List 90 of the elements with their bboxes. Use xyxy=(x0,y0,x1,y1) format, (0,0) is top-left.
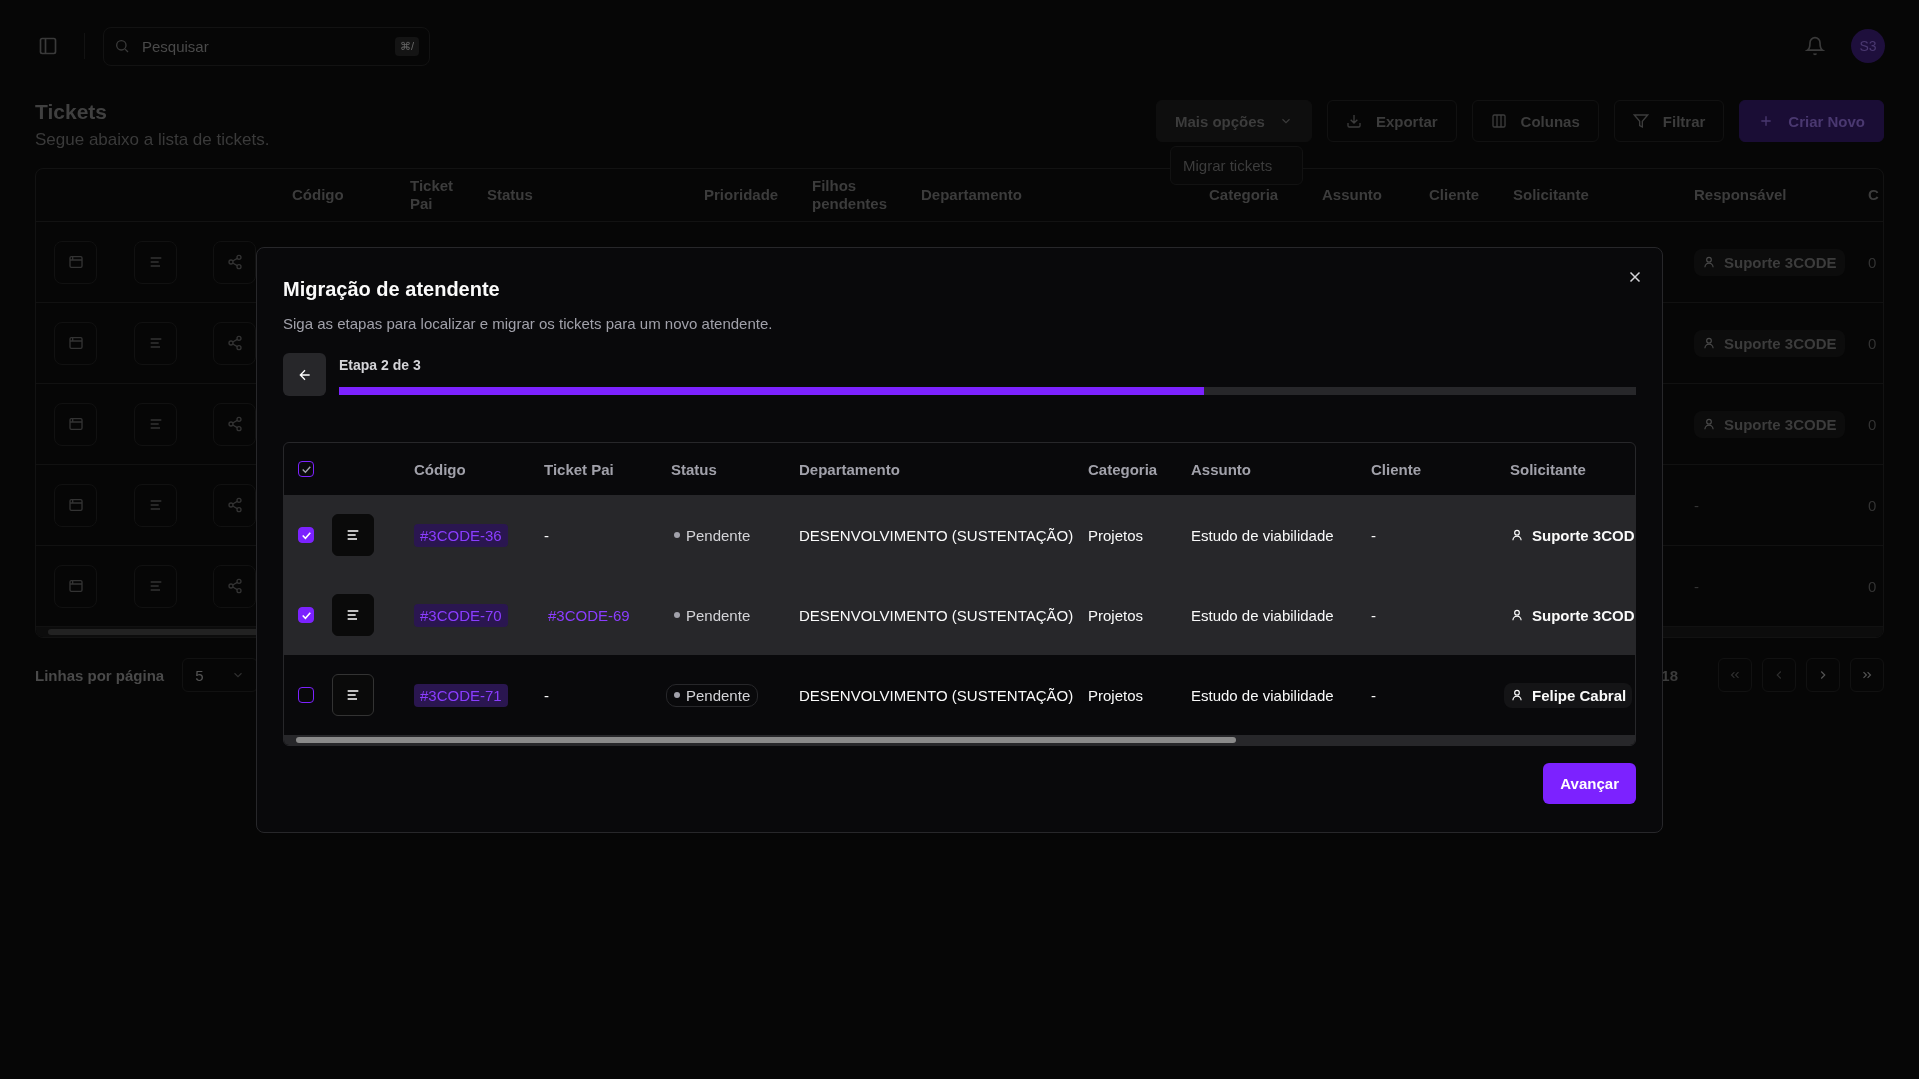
search-field[interactable]: Pesquisar ⌘/ xyxy=(103,26,430,66)
back-button[interactable] xyxy=(283,353,326,396)
row-action-button[interactable] xyxy=(134,483,177,527)
first-page-button[interactable] xyxy=(1718,658,1752,692)
window-icon xyxy=(67,254,84,270)
details-button[interactable] xyxy=(332,674,374,716)
column-header[interactable]: Categoria xyxy=(1075,460,1178,478)
user-icon xyxy=(1702,336,1716,350)
table-cell: Estudo de viabilidade xyxy=(1191,686,1334,704)
table-cell: - xyxy=(544,686,549,704)
lines-icon xyxy=(345,527,361,543)
row-action-button[interactable] xyxy=(134,564,177,608)
details-button[interactable] xyxy=(332,514,374,556)
shortcut-hint: ⌘/ xyxy=(394,36,419,56)
user-icon xyxy=(1510,608,1524,622)
table-cell: Projetos xyxy=(1088,686,1144,704)
notification-bell-icon[interactable] xyxy=(1805,36,1825,56)
next-page-button[interactable] xyxy=(1806,658,1840,692)
table-cell: DESENVOLVIMENTO (SUSTENTAÇÃO) xyxy=(799,606,1074,624)
dialog-subtitle: Siga as etapas para localizar e migrar os tickets para um novo atendente. xyxy=(283,315,774,332)
next-button[interactable]: Avançar xyxy=(1543,763,1636,804)
status-tag: Pendente xyxy=(666,683,759,707)
table-cell: - xyxy=(1694,577,1699,595)
table-cell: - xyxy=(1371,526,1376,544)
column-header[interactable]: Ticket Pai xyxy=(531,460,658,478)
ticket-code-tag[interactable]: #3CODE-71 xyxy=(414,683,508,707)
share-icon xyxy=(226,497,243,513)
row-action-button[interactable] xyxy=(54,321,97,365)
parent-ticket-link[interactable]: #3CODE-69 xyxy=(544,606,630,624)
sidebar-toggle-icon[interactable] xyxy=(38,36,58,56)
column-header[interactable]: Assunto xyxy=(1178,460,1358,478)
last-page-button[interactable] xyxy=(1850,658,1884,692)
previous-page-button[interactable] xyxy=(1762,658,1796,692)
user-icon xyxy=(1702,255,1716,269)
create-button[interactable]: Criar Novo xyxy=(1739,100,1884,142)
column-header[interactable]: Departamento xyxy=(786,460,1075,478)
table-cell: - xyxy=(544,526,549,544)
window-icon xyxy=(67,335,84,351)
columns-icon xyxy=(1490,113,1507,129)
table-cell: DESENVOLVIMENTO (SUSTENTAÇÃO) xyxy=(799,686,1074,704)
lines-icon xyxy=(345,687,361,703)
row-action-button[interactable] xyxy=(54,564,97,608)
row-checkbox[interactable] xyxy=(298,607,314,623)
table-cell: - xyxy=(1371,606,1376,624)
column-header[interactable]: Código xyxy=(401,460,531,478)
page-title: Tickets xyxy=(35,100,108,124)
share-icon xyxy=(226,416,243,432)
column-header[interactable]: Solicitante xyxy=(1497,460,1635,478)
row-action-button[interactable] xyxy=(54,483,97,527)
table-cell: Estudo de viabilidade xyxy=(1191,526,1334,544)
user-icon xyxy=(1510,528,1524,542)
window-icon xyxy=(67,578,84,594)
column-header[interactable]: Cliente xyxy=(1358,460,1497,478)
row-checkbox[interactable] xyxy=(298,687,314,703)
user-icon xyxy=(1510,688,1524,702)
rows-per-page-label: Linhas por página xyxy=(35,666,165,684)
search-icon xyxy=(114,38,130,54)
download-icon xyxy=(1345,113,1362,129)
requester-name: Suporte 3COD xyxy=(1504,522,1635,548)
lines-icon xyxy=(345,607,361,623)
share-icon xyxy=(226,578,243,594)
ticket-code-tag[interactable]: #3CODE-70 xyxy=(414,603,508,627)
column-header[interactable]: Status xyxy=(658,460,786,478)
table-cell: - xyxy=(1694,496,1699,514)
table-cell: DESENVOLVIMENTO (SUSTENTAÇÃO) xyxy=(799,526,1074,544)
table-cell: Estudo de viabilidade xyxy=(1191,606,1334,624)
row-action-button[interactable] xyxy=(54,402,97,446)
dialog-title: Migração de atendente xyxy=(283,278,501,301)
table-cell: Projetos xyxy=(1088,606,1144,624)
row-action-button[interactable] xyxy=(134,321,177,365)
search-input[interactable]: Pesquisar xyxy=(140,36,385,56)
step-label: Etapa 2 de 3 xyxy=(339,357,422,373)
table-cell: - xyxy=(1371,686,1376,704)
table-cell: Projetos xyxy=(1088,526,1144,544)
select-all-checkbox[interactable] xyxy=(298,461,314,477)
window-icon xyxy=(67,416,84,432)
user-icon xyxy=(1702,417,1716,431)
share-icon xyxy=(226,254,243,270)
row-checkbox[interactable] xyxy=(298,527,314,543)
requester-name: Suporte 3COD xyxy=(1504,602,1635,628)
horizontal-scrollbar[interactable] xyxy=(284,735,1635,745)
filter-icon xyxy=(1632,113,1649,129)
row-action-button[interactable] xyxy=(134,240,177,284)
window-icon xyxy=(67,497,84,513)
row-action-button[interactable] xyxy=(134,402,177,446)
user-chip: Felipe Cabral xyxy=(1504,682,1633,708)
details-button[interactable] xyxy=(332,594,374,636)
ticket-code-tag[interactable]: #3CODE-36 xyxy=(414,523,508,547)
share-icon xyxy=(226,335,243,351)
row-action-button[interactable] xyxy=(54,240,97,284)
